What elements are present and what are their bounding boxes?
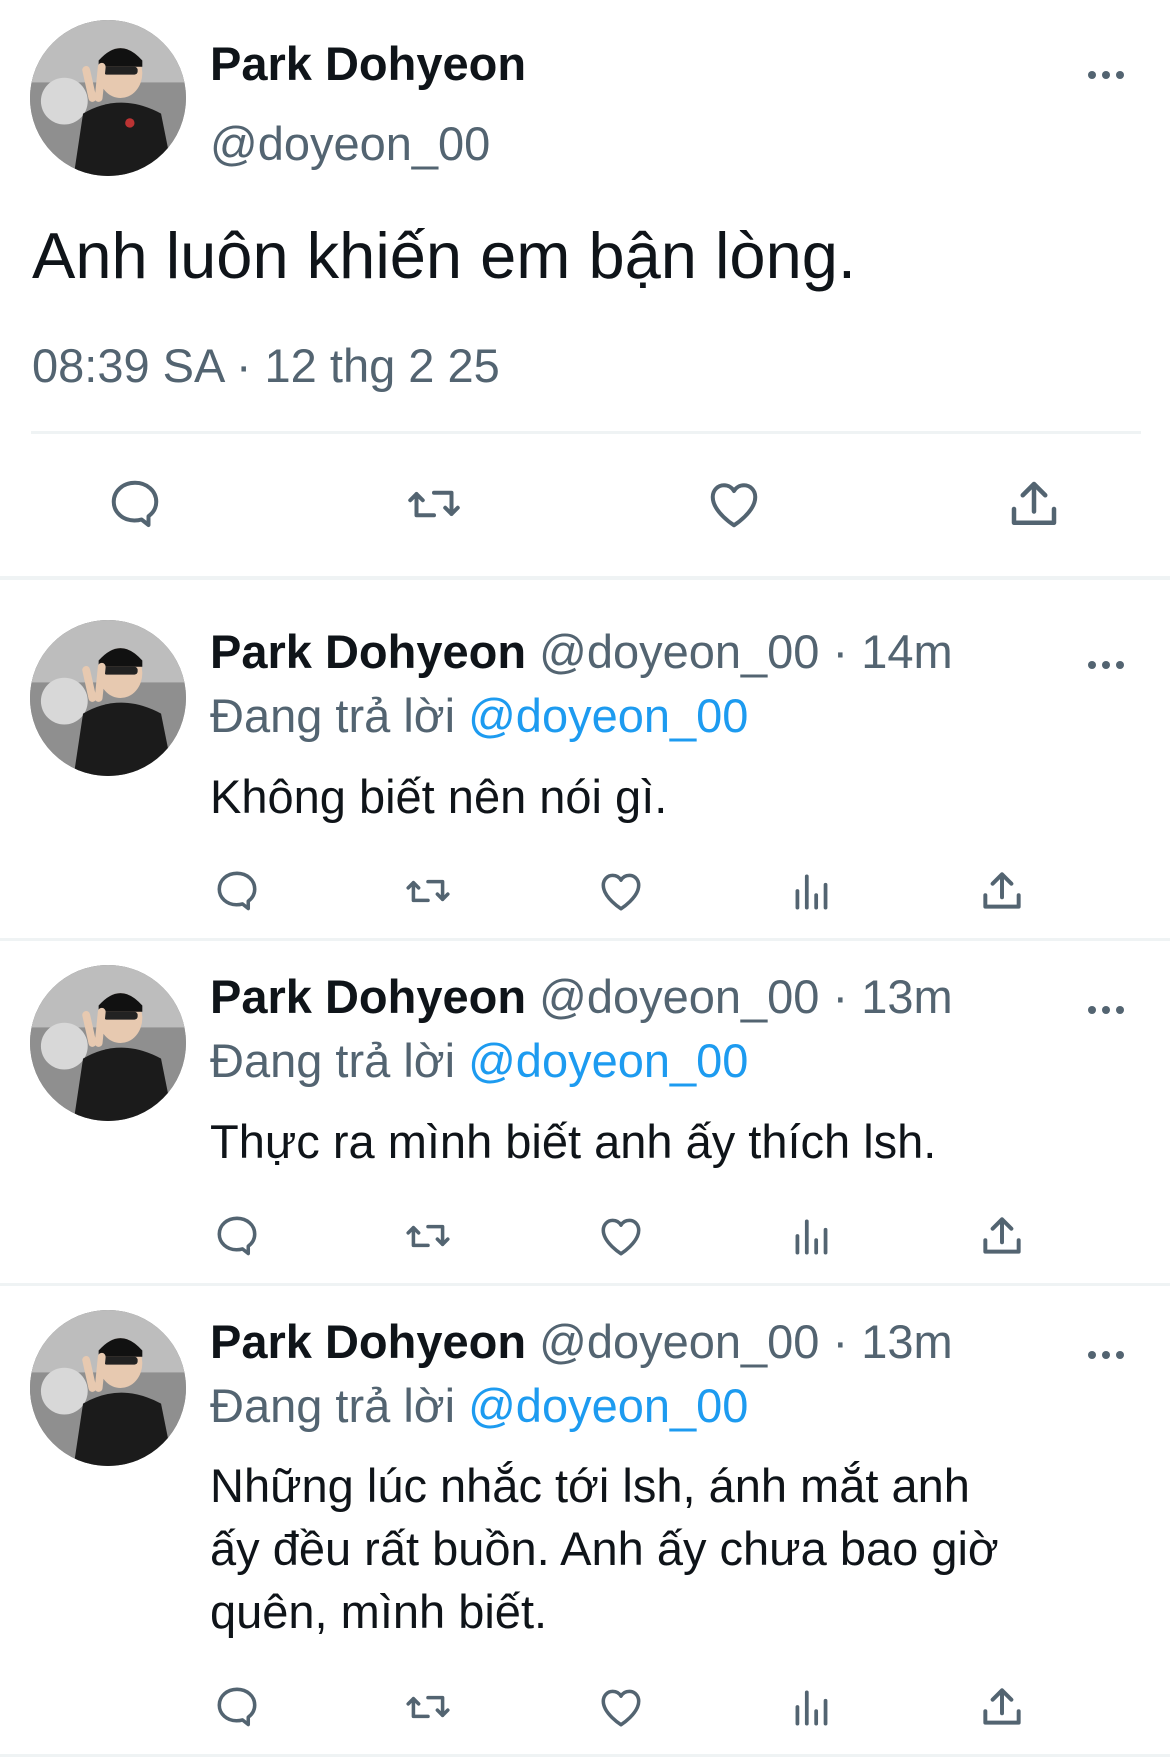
replying-to: Đang trả lời @doyeon_00 <box>210 1037 748 1084</box>
share-icon[interactable] <box>977 1682 1027 1732</box>
more-horizontal-icon[interactable] <box>1086 642 1126 682</box>
avatar-image <box>30 20 186 176</box>
like-icon[interactable] <box>704 474 764 534</box>
replying-to: Đang trả lời @doyeon_00 <box>210 1382 748 1429</box>
reply-display-name[interactable]: Park Dohyeon <box>210 1315 526 1368</box>
more-horizontal-icon[interactable] <box>1086 987 1126 1027</box>
reply-divider <box>0 1283 1170 1286</box>
reply-icon[interactable] <box>212 1211 262 1261</box>
main-tweet-display-name[interactable]: Park Dohyeon <box>210 36 526 92</box>
reply-text: Thực ra mình biết anh ấy thích lsh. <box>210 1115 937 1168</box>
reply-display-name[interactable]: Park Dohyeon <box>210 970 526 1023</box>
reply-avatar[interactable] <box>30 620 186 776</box>
share-icon[interactable] <box>977 1211 1027 1261</box>
reply-handle[interactable]: @doyeon_00 <box>539 1315 819 1368</box>
like-icon[interactable] <box>596 1682 646 1732</box>
reply-icon[interactable] <box>212 1682 262 1732</box>
main-tweet-handle[interactable]: @doyeon_00 <box>210 116 490 172</box>
replying-label: Đang trả lời <box>210 689 456 742</box>
more-horizontal-icon[interactable] <box>1086 52 1126 92</box>
reply-display-name[interactable]: Park Dohyeon <box>210 625 526 678</box>
reply-icon[interactable] <box>105 474 165 534</box>
retweet-icon[interactable] <box>400 866 456 916</box>
reply-text-line: Những lúc nhắc tới lsh, ánh mắt anh <box>210 1459 970 1512</box>
views-icon[interactable] <box>787 866 837 916</box>
avatar-image <box>30 620 186 776</box>
reply-avatar[interactable] <box>30 965 186 1121</box>
reply-text: Những lúc nhắc tới lsh, ánh mắt anh ấy đ… <box>210 1454 999 1643</box>
retweet-icon[interactable] <box>400 1682 456 1732</box>
avatar-image <box>30 1310 186 1466</box>
replying-to-mention[interactable]: @doyeon_00 <box>468 1379 748 1432</box>
main-tweet-text: Anh luôn khiến em bận lòng. <box>32 219 856 292</box>
more-horizontal-icon[interactable] <box>1086 1332 1126 1372</box>
main-tweet-avatar[interactable] <box>30 20 186 176</box>
replying-label: Đang trả lời <box>210 1379 456 1432</box>
reply-header: Park Dohyeon @doyeon_00 · 13m <box>210 973 953 1020</box>
views-icon[interactable] <box>787 1682 837 1732</box>
reply-text-line: ấy đều rất buồn. Anh ấy chưa bao giờ <box>210 1522 999 1575</box>
replying-to-mention[interactable]: @doyeon_00 <box>468 689 748 742</box>
avatar-image <box>30 965 186 1121</box>
reply-header: Park Dohyeon @doyeon_00 · 14m <box>210 628 953 675</box>
reply-time[interactable]: · 13m <box>833 970 953 1023</box>
divider <box>31 431 1141 434</box>
main-tweet-timestamp[interactable]: 08:39 SA · 12 thg 2 25 <box>32 338 500 394</box>
reply-handle[interactable]: @doyeon_00 <box>539 625 819 678</box>
section-divider <box>0 576 1170 580</box>
reply-divider <box>0 938 1170 941</box>
reply-header: Park Dohyeon @doyeon_00 · 13m <box>210 1318 953 1365</box>
reply-handle[interactable]: @doyeon_00 <box>539 970 819 1023</box>
share-icon[interactable] <box>977 866 1027 916</box>
replying-to: Đang trả lời @doyeon_00 <box>210 692 748 739</box>
like-icon[interactable] <box>596 1211 646 1261</box>
retweet-icon[interactable] <box>400 1211 456 1261</box>
replying-to-mention[interactable]: @doyeon_00 <box>468 1034 748 1087</box>
reply-text: Không biết nên nói gì. <box>210 770 668 823</box>
like-icon[interactable] <box>596 866 646 916</box>
reply-icon[interactable] <box>212 866 262 916</box>
reply-time[interactable]: · 14m <box>833 625 953 678</box>
reply-divider <box>0 1754 1170 1757</box>
share-icon[interactable] <box>1004 474 1064 534</box>
reply-avatar[interactable] <box>30 1310 186 1466</box>
retweet-icon[interactable] <box>402 474 466 534</box>
reply-time[interactable]: · 13m <box>833 1315 953 1368</box>
views-icon[interactable] <box>787 1211 837 1261</box>
reply-text-line: quên, mình biết. <box>210 1585 548 1638</box>
replying-label: Đang trả lời <box>210 1034 456 1087</box>
